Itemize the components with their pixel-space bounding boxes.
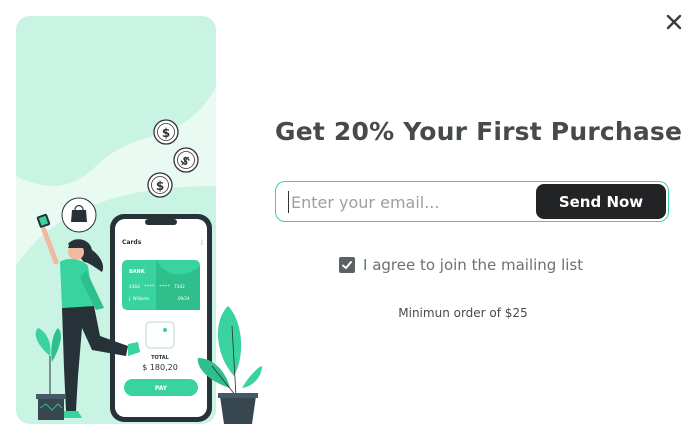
svg-text:7342: 7342 [174,284,185,290]
checkmark-icon [342,261,352,269]
svg-text:$ 180,20: $ 180,20 [142,363,178,372]
promo-illustration: $ $ $ Cards ⋮ BANK 4364 **** **** 7342 J… [16,16,262,424]
svg-text:$: $ [156,179,164,193]
mailing-list-label: I agree to join the mailing list [363,256,584,274]
phone-illustration: Cards ⋮ BANK 4364 **** **** 7342 J. Will… [110,214,212,422]
promo-headline: Get 20% Your First Purchase [275,117,683,146]
close-icon [666,14,682,30]
minimum-order-note: Minimun order of $25 [398,306,528,320]
svg-text:J. Williams: J. Williams [128,296,149,301]
coin-icon: $ [153,119,179,145]
email-form: Send Now [275,181,669,222]
email-input[interactable] [288,191,531,213]
svg-text:$: $ [162,126,170,140]
svg-text:Cards: Cards [122,239,142,246]
svg-text:TOTAL: TOTAL [151,355,170,361]
svg-text:****: **** [144,284,155,290]
close-button[interactable] [662,10,686,34]
svg-text:09/24: 09/24 [178,296,190,301]
svg-text:****: **** [159,284,170,290]
coin-icon: $ [147,172,173,198]
svg-text:⋮: ⋮ [199,239,205,246]
coin-icon: $ [173,147,199,173]
shopping-bag-icon [61,197,97,233]
svg-text:BANK: BANK [129,269,146,275]
send-now-button[interactable]: Send Now [536,184,666,219]
mailing-list-consent: I agree to join the mailing list [339,254,583,276]
mailing-list-checkbox[interactable] [339,257,355,273]
svg-text:PAY: PAY [155,385,168,392]
svg-text:4364: 4364 [129,284,140,290]
